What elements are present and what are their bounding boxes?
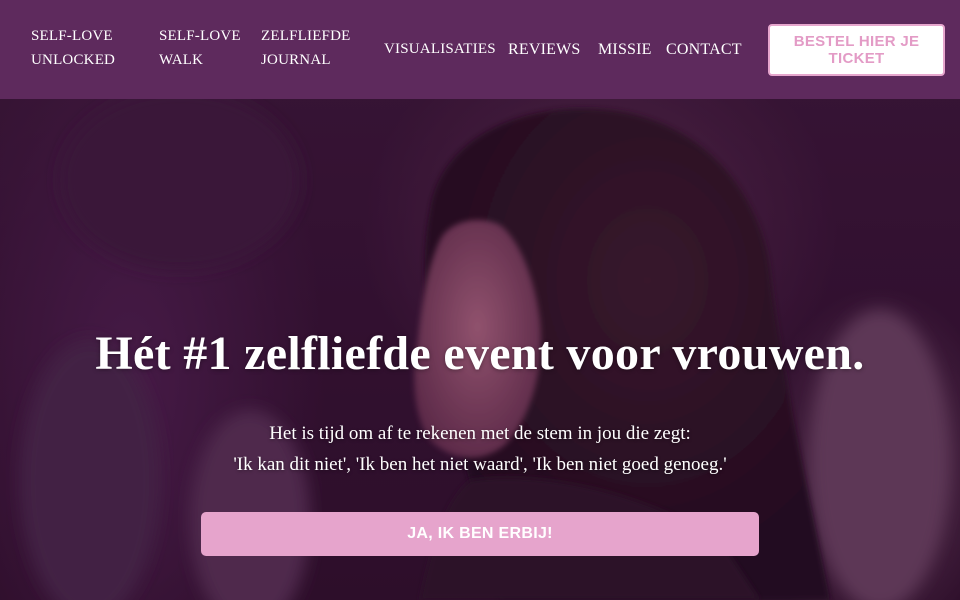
nav-item-label: SELF-LOVE [159, 28, 241, 44]
nav-item-label: WALK [159, 52, 204, 68]
nav-item-label: REVIEWS [508, 41, 581, 58]
nav-item-label: CONTACT [666, 41, 742, 58]
hero-subtext: Het is tijd om af te rekenen met de stem… [0, 418, 960, 480]
nav-item-missie[interactable]: MISSIE [598, 38, 652, 62]
nav-item-label: VISUALISATIES [384, 41, 496, 57]
hero-headline: Hét #1 zelfliefde event voor vrouwen. [95, 327, 865, 380]
nav-item-contact[interactable]: CONTACT [666, 38, 742, 62]
cta-button[interactable]: JA, IK BEN ERBIJ! [201, 512, 759, 556]
hero-subtext-line-1: Het is tijd om af te rekenen met de stem… [269, 423, 691, 444]
nav-item-zelfliefde-journal[interactable]: ZELFLIEFDE JOURNAL [261, 24, 351, 72]
nav-item-visualisaties[interactable]: VISUALISATIES [384, 37, 496, 61]
top-navbar: SELF-LOVE UNLOCKED SELF-LOVE WALK ZELFLI… [0, 0, 960, 99]
nav-item-label: MISSIE [598, 41, 652, 58]
nav-item-label: JOURNAL [261, 52, 331, 68]
nav-item-label: ZELFLIEFDE [261, 28, 351, 44]
nav-item-self-love-walk[interactable]: SELF-LOVE WALK [159, 24, 241, 72]
order-ticket-button[interactable]: BESTEL HIER JE TICKET [768, 24, 945, 76]
nav-item-label: SELF-LOVE [31, 28, 113, 44]
nav-item-reviews[interactable]: REVIEWS [508, 38, 581, 62]
nav-item-label: UNLOCKED [31, 52, 116, 68]
nav-item-self-love-unlocked[interactable]: SELF-LOVE UNLOCKED [31, 24, 115, 72]
hero-subtext-line-2: 'Ik kan dit niet', 'Ik ben het niet waar… [233, 454, 727, 475]
